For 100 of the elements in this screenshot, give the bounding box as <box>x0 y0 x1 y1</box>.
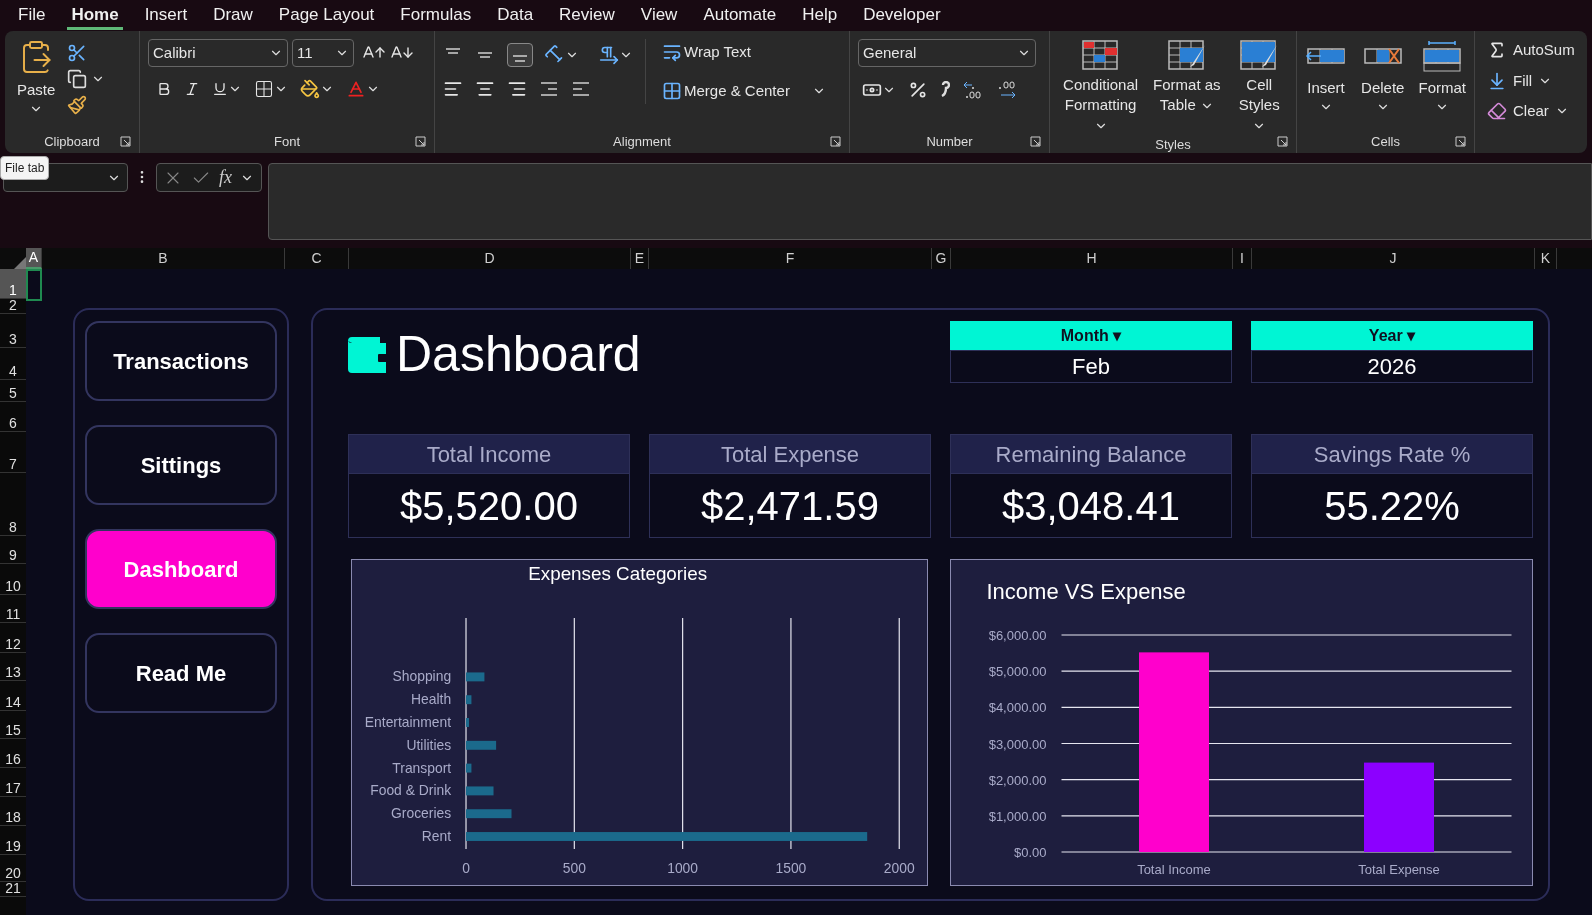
sidebar-item[interactable]: Transactions <box>85 321 277 401</box>
filter-header[interactable]: Month ▾ <box>950 321 1232 350</box>
cells-button[interactable]: Delete <box>1361 39 1405 114</box>
row-header[interactable]: 3 <box>0 314 26 348</box>
group-label: Styles <box>1155 136 1191 154</box>
sidebar-item[interactable]: Read Me <box>85 633 277 713</box>
dialog-launcher-icon[interactable] <box>120 136 131 147</box>
dialog-launcher-icon[interactable] <box>415 136 426 147</box>
row-header[interactable]: 10 <box>0 564 26 595</box>
align-left-icon[interactable] <box>443 79 463 99</box>
increase-indent-icon[interactable] <box>571 80 591 98</box>
decrease-indent-icon[interactable] <box>539 80 559 98</box>
row-header[interactable]: 1 <box>0 269 26 299</box>
axis-tick-label: 1000 <box>667 859 699 876</box>
row-header[interactable]: 11 <box>0 595 26 623</box>
axis-tick-label: $1,000.00 <box>988 808 1047 824</box>
copy-icon[interactable] <box>67 69 88 89</box>
menu-tab[interactable]: Draw <box>209 1 257 30</box>
menu-tab[interactable]: Data <box>493 1 538 30</box>
menu-tab[interactable]: Automate <box>699 1 781 30</box>
axis-tick-label: $2,000.00 <box>988 772 1047 788</box>
dialog-launcher-icon[interactable] <box>830 136 841 147</box>
row-header[interactable]: 6 <box>0 402 26 432</box>
wallet-icon <box>348 335 388 373</box>
filter-header[interactable]: Year ▾ <box>1251 321 1533 350</box>
italic-icon[interactable] <box>184 81 200 97</box>
row-header[interactable]: 20 <box>0 855 26 882</box>
row-header[interactable]: 8 <box>0 473 26 536</box>
editing-button[interactable]: Clear <box>1487 100 1575 123</box>
paintbrush-icon[interactable] <box>67 95 88 115</box>
menu-tab[interactable]: View <box>636 1 682 30</box>
percent-icon[interactable] <box>908 80 928 100</box>
row-header[interactable]: 9 <box>0 536 26 564</box>
bar <box>466 695 472 705</box>
fill-color-icon[interactable] <box>300 79 320 99</box>
row-header[interactable]: 4 <box>0 348 26 380</box>
chart-title: Expenses Categories <box>528 563 708 585</box>
row-header[interactable]: 18 <box>0 797 26 826</box>
sidebar-item[interactable]: Sittings <box>85 425 277 505</box>
axis-tick-label: $3,000.00 <box>988 736 1047 752</box>
underline-icon[interactable] <box>212 81 228 97</box>
editing-button[interactable]: Fill <box>1487 69 1575 92</box>
increase-decimal-icon[interactable] <box>962 79 984 101</box>
merge-cells-icon <box>662 80 682 101</box>
row-header[interactable]: 5 <box>0 380 26 402</box>
cells-button[interactable]: Format <box>1418 39 1466 114</box>
chart-title: Income VS Expense <box>986 579 1186 604</box>
group-label: Alignment <box>613 133 671 152</box>
bar <box>466 718 470 727</box>
selected-cell[interactable] <box>26 269 42 301</box>
formula-input[interactable] <box>268 163 1592 240</box>
dialog-launcher-icon[interactable] <box>1455 136 1466 147</box>
number-format-dropdown[interactable]: General <box>858 39 1036 67</box>
editing-button[interactable]: AutoSum <box>1487 39 1575 62</box>
menu-tab[interactable]: Formulas <box>396 1 476 30</box>
bold-icon[interactable] <box>156 81 172 97</box>
comma-style-icon[interactable] <box>940 81 950 99</box>
column-header[interactable]: A <box>26 248 42 269</box>
insert-function-button[interactable]: fx <box>219 164 232 191</box>
row-header[interactable]: 2 <box>0 299 26 314</box>
menu-tab[interactable]: File <box>14 1 50 30</box>
wrap-text-button[interactable]: Wrap Text <box>658 39 830 66</box>
row-header[interactable]: 12 <box>0 623 26 653</box>
row-header[interactable]: 21 <box>0 882 26 897</box>
font-size-dropdown[interactable]: 11 <box>292 39 354 67</box>
filter-value[interactable]: 2026 <box>1251 350 1533 383</box>
row-header[interactable]: 7 <box>0 432 26 473</box>
category-label: Shopping <box>392 668 452 685</box>
merge-center-button[interactable]: Merge & Center <box>658 77 830 104</box>
paste-button[interactable]: Paste <box>13 39 60 116</box>
dialog-launcher-icon[interactable] <box>1277 136 1288 147</box>
borders-icon[interactable] <box>254 79 274 99</box>
dialog-launcher-icon[interactable] <box>1030 136 1041 147</box>
row-header[interactable]: 15 <box>0 711 26 739</box>
row-header[interactable]: 16 <box>0 739 26 768</box>
styles-button[interactable]: Format as Table <box>1147 39 1227 135</box>
styles-button[interactable]: Cell Styles <box>1230 39 1288 135</box>
menu-tab[interactable]: Review <box>555 1 619 30</box>
kpi-value: $3,048.41 <box>950 474 1232 538</box>
menu-tab[interactable]: Developer <box>859 1 945 30</box>
menu-tab[interactable]: Insert <box>140 1 192 30</box>
decrease-decimal-icon[interactable] <box>996 79 1018 101</box>
text-direction-icon[interactable] <box>599 45 619 65</box>
axis-tick-label: $5,000.00 <box>988 664 1047 680</box>
category-label: Rent <box>421 827 452 844</box>
cells-button[interactable]: Insert <box>1305 39 1347 114</box>
font-color-icon[interactable] <box>346 79 366 99</box>
row-header[interactable]: 19 <box>0 826 26 855</box>
kpi-label: Total Expense <box>649 434 931 474</box>
font-family-dropdown[interactable]: Calibri <box>148 39 288 67</box>
row-header[interactable]: 14 <box>0 681 26 711</box>
menu-tab[interactable]: Page Layout <box>274 1 379 30</box>
align-right-icon[interactable] <box>507 79 527 99</box>
align-center-icon[interactable] <box>475 79 495 99</box>
menu-tab[interactable]: Help <box>798 1 842 30</box>
category-label: Health <box>411 691 452 708</box>
styles-button[interactable]: Conditional Formatting <box>1058 39 1144 135</box>
row-header[interactable]: 17 <box>0 768 26 797</box>
filter-value[interactable]: Feb <box>950 350 1232 383</box>
row-header[interactable]: 13 <box>0 653 26 681</box>
